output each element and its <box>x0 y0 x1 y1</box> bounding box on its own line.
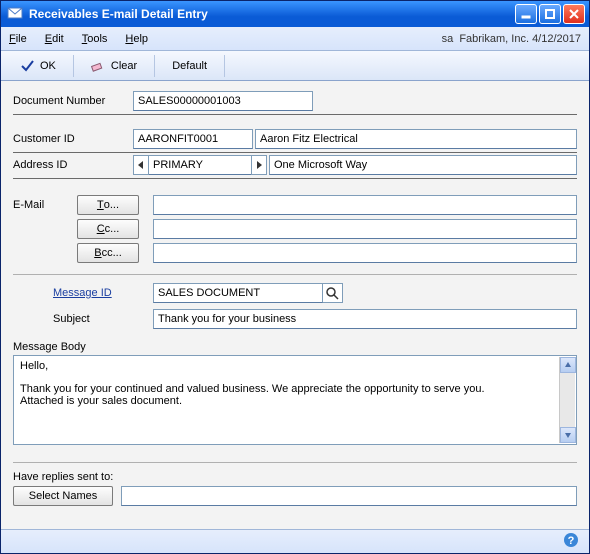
scrollbar[interactable] <box>559 357 575 443</box>
customer-name-field[interactable] <box>255 129 577 149</box>
status-user: sa <box>442 33 454 45</box>
divider <box>13 455 577 463</box>
menu-file[interactable]: File <box>9 33 27 45</box>
message-id-lookup-button[interactable] <box>323 283 343 303</box>
window-title: Receivables E-mail Detail Entry <box>29 7 513 21</box>
customer-id-field[interactable] <box>133 129 253 149</box>
menubar: File Edit Tools Help sa Fabrikam, Inc. 4… <box>1 27 589 51</box>
close-button[interactable] <box>563 4 585 24</box>
scroll-up-button[interactable] <box>560 357 576 373</box>
divider <box>13 267 577 275</box>
address-prev-button[interactable] <box>133 155 149 175</box>
triangle-right-icon <box>255 161 263 169</box>
minimize-button[interactable] <box>515 4 537 24</box>
toolbar-separator <box>224 55 225 77</box>
bcc-button[interactable]: Bcc... <box>77 243 139 263</box>
menu-file-rest: ile <box>16 33 27 45</box>
subject-field[interactable] <box>153 309 577 329</box>
maximize-button[interactable] <box>539 4 561 24</box>
svg-text:?: ? <box>568 535 575 547</box>
ok-button[interactable]: OK <box>9 56 67 76</box>
help-icon: ? <box>563 532 579 548</box>
checkmark-icon <box>20 59 34 73</box>
magnifier-icon <box>326 287 339 300</box>
row-email-bcc: Bcc... <box>13 243 577 263</box>
select-names-button[interactable]: Select Names <box>13 486 113 506</box>
address-next-button[interactable] <box>251 155 267 175</box>
cc-field[interactable] <box>153 219 577 239</box>
triangle-left-icon <box>137 161 145 169</box>
toolbar: OK Clear Default <box>1 51 589 81</box>
doc-number-label: Document Number <box>13 95 133 107</box>
titlebar: Receivables E-mail Detail Entry <box>1 1 589 27</box>
toolbar-separator <box>73 55 74 77</box>
app-icon <box>7 6 23 22</box>
message-body-textarea[interactable]: Hello, Thank you for your continued and … <box>13 355 577 445</box>
row-address-id: Address ID <box>13 155 577 179</box>
triangle-up-icon <box>564 361 572 369</box>
bcc-field[interactable] <box>153 243 577 263</box>
message-body-line2: Thank you for your continued and valued … <box>20 383 558 395</box>
to-field[interactable] <box>153 195 577 215</box>
select-names-label: Select Names <box>29 490 97 502</box>
customer-id-label: Customer ID <box>13 133 133 145</box>
message-body-line3: Attached is your sales document. <box>20 395 558 407</box>
ok-label: OK <box>40 60 56 72</box>
help-button[interactable]: ? <box>563 532 579 551</box>
message-body-line1: Hello, <box>20 360 558 372</box>
menu-help[interactable]: Help <box>125 33 148 45</box>
row-customer-id: Customer ID <box>13 129 577 153</box>
clear-label: Clear <box>111 60 137 72</box>
row-subject: Subject <box>13 309 577 329</box>
scroll-down-button[interactable] <box>560 427 576 443</box>
address-id-label: Address ID <box>13 159 133 171</box>
replies-field[interactable] <box>121 486 577 506</box>
address-line-field[interactable] <box>269 155 577 175</box>
message-id-label[interactable]: Message ID <box>53 287 153 299</box>
menu-edit[interactable]: Edit <box>45 33 64 45</box>
clear-button[interactable]: Clear <box>80 56 148 76</box>
eraser-icon <box>91 59 105 73</box>
triangle-down-icon <box>564 431 572 439</box>
toolbar-separator <box>154 55 155 77</box>
window: Receivables E-mail Detail Entry File Edi… <box>0 0 590 554</box>
cc-button[interactable]: Cc... <box>77 219 139 239</box>
default-button[interactable]: Default <box>161 57 218 75</box>
to-button[interactable]: To... <box>77 195 139 215</box>
doc-number-field[interactable] <box>133 91 313 111</box>
statusbar: ? <box>1 529 589 553</box>
address-id-field[interactable] <box>149 155 251 175</box>
row-message-id: Message ID <box>13 283 577 303</box>
message-body-section: Message Body Hello, Thank you for your c… <box>13 341 577 445</box>
form-content: Document Number Customer ID Address ID E… <box>1 81 589 529</box>
email-label: E-Mail <box>13 199 44 211</box>
replies-section: Have replies sent to: Select Names <box>13 471 577 506</box>
row-email-cc: Cc... <box>13 219 577 239</box>
status-company: Fabrikam, Inc. <box>459 33 529 45</box>
menu-tools[interactable]: Tools <box>82 33 108 45</box>
row-doc-number: Document Number <box>13 91 577 115</box>
message-body-label: Message Body <box>13 341 577 353</box>
status-text: sa Fabrikam, Inc. 4/12/2017 <box>442 33 581 45</box>
row-email-to: E-Mail To... <box>13 195 577 215</box>
status-date: 4/12/2017 <box>532 33 581 45</box>
default-label: Default <box>172 60 207 72</box>
replies-label: Have replies sent to: <box>13 471 577 483</box>
message-id-field[interactable] <box>153 283 323 303</box>
subject-label: Subject <box>53 313 153 325</box>
